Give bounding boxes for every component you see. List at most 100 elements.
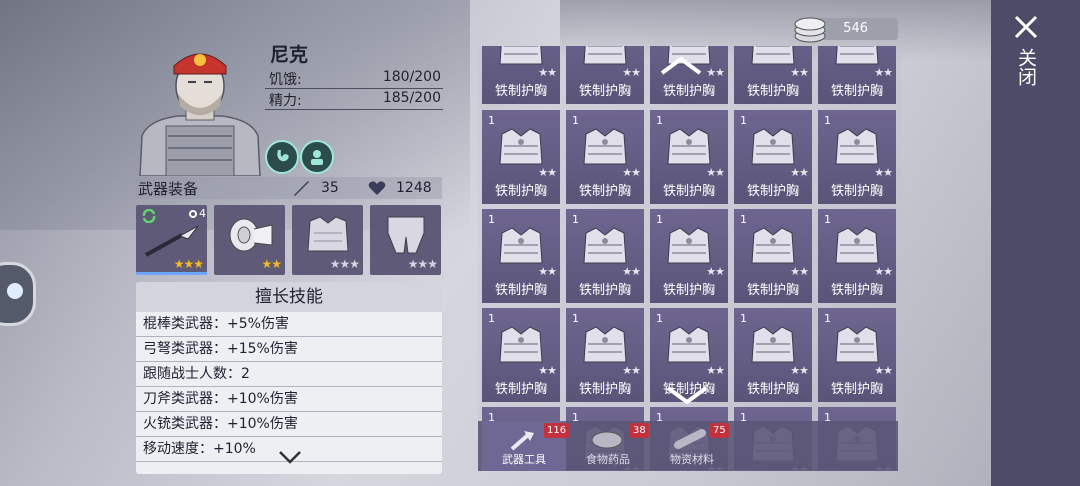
hunger-stat: 饥饿: 180/200 xyxy=(265,68,443,89)
item-stars: ★★ xyxy=(790,66,809,79)
close-panel[interactable]: 关闭 xyxy=(991,0,1080,486)
inventory-item[interactable]: 1★★铁制护胸 xyxy=(818,209,896,303)
skill-row: 火铳类武器：+10%伤害 xyxy=(136,412,442,437)
scroll-down-icon[interactable] xyxy=(664,384,710,406)
item-name: 铁制护胸 xyxy=(578,84,631,99)
inventory-item[interactable]: 1★★铁制护胸 xyxy=(566,110,644,204)
item-name: 铁制护胸 xyxy=(830,283,883,298)
item-name: 铁制护胸 xyxy=(830,84,883,99)
equipment-header: 武器装备 35 1248 xyxy=(136,177,442,199)
equip-slot-legs[interactable]: ★★★ xyxy=(370,205,441,275)
item-stars: ★★ xyxy=(706,166,725,179)
chest-armor-icon xyxy=(583,326,627,363)
upgrade-level: 4 xyxy=(199,207,206,220)
meat-icon xyxy=(591,431,623,449)
item-stars: ★★ xyxy=(706,265,725,278)
bandage-icon xyxy=(229,218,273,252)
morale-icon[interactable] xyxy=(300,140,334,174)
energy-stat: 精力: 185/200 xyxy=(265,89,443,110)
character-name: 尼克 xyxy=(270,44,309,66)
item-stars: ★★ xyxy=(790,364,809,377)
item-name: 铁制护胸 xyxy=(494,382,547,397)
inventory-item[interactable]: 1★★铁制护胸 xyxy=(482,46,560,104)
skill-row: 刀斧类武器：+10%伤害 xyxy=(136,387,442,412)
chest-armor-icon xyxy=(667,227,711,264)
item-stars: ★★ xyxy=(790,166,809,179)
inventory-item[interactable]: 1★★铁制护胸 xyxy=(482,209,560,303)
inventory-item[interactable]: 1★★铁制护胸 xyxy=(650,110,728,204)
equipment-title: 武器装备 xyxy=(138,180,199,198)
inventory-item[interactable]: 1★★铁制护胸 xyxy=(566,308,644,402)
currency-value: 546 xyxy=(843,21,868,36)
scroll-up-icon[interactable] xyxy=(658,55,704,77)
chevron-down-icon[interactable] xyxy=(278,450,302,464)
sword-icon xyxy=(294,181,309,196)
chest-armor-icon xyxy=(499,128,543,165)
skill-row: 跟随战士人数：2 xyxy=(136,362,442,387)
chest-armor-icon xyxy=(667,326,711,363)
chest-armor-icon xyxy=(499,46,543,65)
item-name: 铁制护胸 xyxy=(494,283,547,298)
tools-icon xyxy=(510,431,534,451)
tab-materials[interactable]: 75 物资材料 xyxy=(650,421,734,471)
item-stars: ★★ xyxy=(538,166,557,179)
close-icon[interactable] xyxy=(1013,14,1039,40)
side-tab-icon xyxy=(7,283,23,299)
inventory-item[interactable]: 1★★铁制护胸 xyxy=(734,308,812,402)
equip-slot-accessory[interactable]: ★★ xyxy=(214,205,285,275)
equip-slot-weapon[interactable]: 4 ★★★ xyxy=(136,205,207,275)
item-stars: ★★ xyxy=(874,66,893,79)
side-pull-tab[interactable] xyxy=(0,262,36,326)
inventory-grid[interactable]: 1★★铁制护胸1★★铁制护胸1★★铁制护胸1★★铁制护胸1★★铁制护胸1★★铁制… xyxy=(478,46,902,470)
item-stars: ★★ xyxy=(538,265,557,278)
item-name: 铁制护胸 xyxy=(662,184,715,199)
tab-weapons-tools[interactable]: 116 武器工具 xyxy=(482,421,570,471)
item-name: 铁制护胸 xyxy=(746,84,799,99)
inventory-item[interactable]: 1★★铁制护胸 xyxy=(818,110,896,204)
inventory-item[interactable]: 1★★铁制护胸 xyxy=(734,209,812,303)
item-name: 铁制护胸 xyxy=(494,84,547,99)
item-name: 铁制护胸 xyxy=(578,283,631,298)
chest-armor-icon xyxy=(583,128,627,165)
chest-armor-icon xyxy=(751,227,795,264)
chest-armor-icon xyxy=(835,326,879,363)
chest-armor-icon xyxy=(751,128,795,165)
chest-armor-icon xyxy=(499,326,543,363)
skill-row: 棍棒类武器：+5%伤害 xyxy=(136,312,442,337)
inventory-item[interactable]: 1★★铁制护胸 xyxy=(482,308,560,402)
item-stars: ★★ xyxy=(706,66,725,79)
health-value: 1248 xyxy=(396,180,432,196)
item-stars: ★★ xyxy=(538,66,557,79)
item-stars: ★★ xyxy=(874,265,893,278)
chest-armor-icon xyxy=(583,46,627,65)
skills-panel[interactable]: 擅长技能 棍棒类武器：+5%伤害 弓弩类武器：+15%伤害 跟随战士人数：2 刀… xyxy=(136,282,442,474)
item-name: 铁制护胸 xyxy=(578,184,631,199)
leg-armor-icon xyxy=(387,216,425,254)
heart-icon xyxy=(368,181,386,195)
attack-value: 35 xyxy=(321,180,339,196)
inventory-item[interactable]: 1★★铁制护胸 xyxy=(818,308,896,402)
equip-slot-chest[interactable]: ★★★ xyxy=(292,205,363,275)
energy-value: 185/200 xyxy=(382,90,441,106)
inventory-item[interactable]: 1★★铁制护胸 xyxy=(482,110,560,204)
inventory-item[interactable]: 1★★铁制护胸 xyxy=(566,46,644,104)
stomach-icon[interactable] xyxy=(265,140,299,174)
item-stars: ★★ xyxy=(538,364,557,377)
inventory-item[interactable]: 1★★铁制护胸 xyxy=(734,110,812,204)
inventory-item[interactable]: 1★★铁制护胸 xyxy=(818,46,896,104)
chest-armor-icon xyxy=(751,326,795,363)
item-name: 铁制护胸 xyxy=(830,382,883,397)
swap-icon xyxy=(142,209,156,223)
inventory-item[interactable]: 1★★铁制护胸 xyxy=(566,209,644,303)
item-name: 铁制护胸 xyxy=(662,84,715,99)
inventory-item[interactable]: 1★★铁制护胸 xyxy=(734,46,812,104)
tab-food-medicine[interactable]: 38 食物药品 xyxy=(566,421,650,471)
item-stars: ★★ xyxy=(874,364,893,377)
item-stars: ★★ xyxy=(622,364,641,377)
tab-label: 食物药品 xyxy=(586,453,630,466)
item-stars: ★★ xyxy=(706,364,725,377)
skills-title: 擅长技能 xyxy=(136,282,442,312)
energy-label: 精力: xyxy=(269,93,302,109)
item-name: 铁制护胸 xyxy=(746,382,799,397)
inventory-item[interactable]: 1★★铁制护胸 xyxy=(650,209,728,303)
